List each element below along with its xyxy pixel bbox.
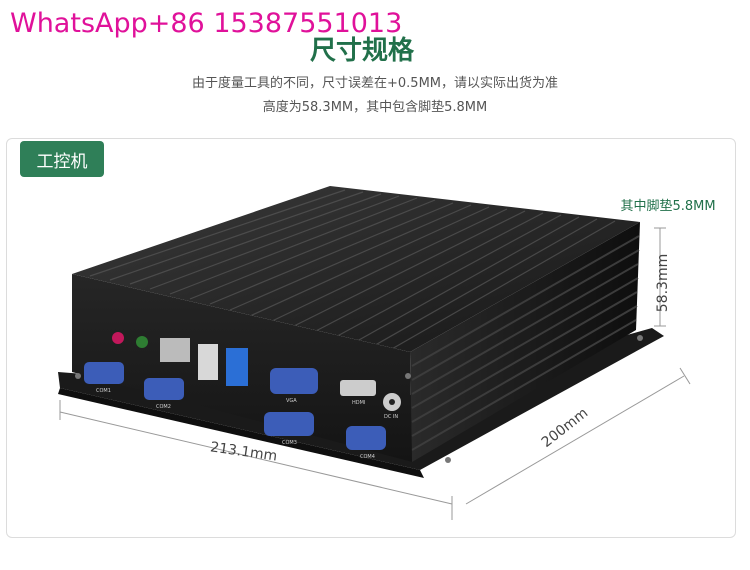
industrial-pc-image: COM1 COM2 VGA COM3 HDMI COM4 DC IN xyxy=(58,186,691,520)
usb3-ports-icon xyxy=(226,348,248,386)
hdmi-caption: HDMI xyxy=(352,400,365,406)
product-type-tag: 工控机 xyxy=(20,141,104,177)
audio-jack-icon xyxy=(136,336,148,348)
foot-pad-label: 其中脚垫5.8MM xyxy=(612,194,724,214)
dcin-caption: DC IN xyxy=(384,414,398,420)
com2-port-icon xyxy=(144,378,184,400)
vga-caption: VGA xyxy=(286,398,297,404)
height-dimension-label: 58.3mm xyxy=(655,253,672,313)
com1-port-icon xyxy=(84,362,124,384)
com4-caption: COM4 xyxy=(360,454,375,460)
com3-caption: COM3 xyxy=(282,440,297,446)
com4-port-icon xyxy=(346,426,386,450)
usb2-ports-icon xyxy=(198,344,218,380)
vga-port-icon xyxy=(270,368,318,394)
com3-port-icon xyxy=(264,412,314,436)
com1-caption: COM1 xyxy=(96,388,111,394)
mic-jack-icon xyxy=(112,332,124,344)
hdmi-port-icon xyxy=(340,380,376,396)
height-dimension: 58.3mm xyxy=(650,238,676,328)
lan-port-icon xyxy=(160,338,190,362)
com2-caption: COM2 xyxy=(156,404,171,410)
